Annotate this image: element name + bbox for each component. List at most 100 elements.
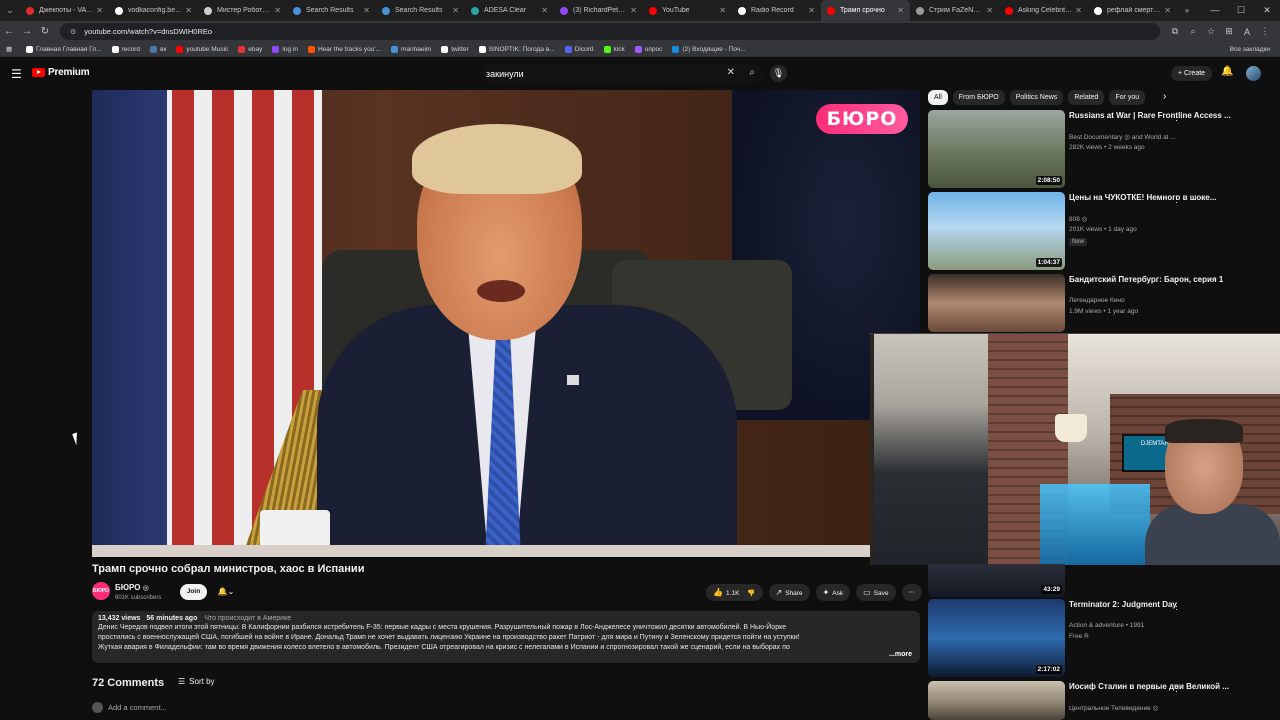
- filter-chip[interactable]: All: [928, 90, 948, 105]
- filter-chip[interactable]: For you: [1109, 90, 1146, 105]
- bookmark-item[interactable]: опрос: [634, 45, 662, 53]
- close-tab-icon[interactable]: ✕: [630, 6, 637, 15]
- recommended-channel[interactable]: Центральное Телевидение ◎: [1069, 704, 1158, 712]
- share-button[interactable]: ↗ Share: [768, 584, 810, 601]
- browser-tab[interactable]: Search Results ✕: [287, 0, 376, 21]
- more-options-icon[interactable]: ⋮: [1172, 112, 1181, 123]
- bookmark-item[interactable]: (2) Входящие - Поч...: [672, 45, 746, 53]
- browser-tab[interactable]: vodkaconfig.bet | Б ✕: [109, 0, 198, 21]
- apps-icon[interactable]: ▦: [6, 45, 12, 53]
- bookmark-item[interactable]: Hear the tracks you'...: [307, 45, 381, 53]
- recommended-title[interactable]: Цены на ЧУКОТКЕ! Немного в шоке...: [1069, 192, 1249, 203]
- site-info-icon[interactable]: ⚙: [70, 28, 76, 36]
- hamburger-menu-icon[interactable]: ☰: [11, 67, 22, 81]
- back-icon[interactable]: ←: [0, 26, 18, 37]
- ask-button[interactable]: ✦ Ask: [815, 584, 851, 601]
- close-tab-icon[interactable]: ✕: [541, 6, 548, 15]
- notifications-bell-icon[interactable]: 🔔: [1221, 66, 1233, 77]
- recommended-video[interactable]: 2:08:50 Russians at War | Rare Frontline …: [928, 110, 1273, 188]
- tab-search-icon[interactable]: ⌄: [0, 0, 20, 21]
- bookmark-item[interactable]: youtube Music: [176, 45, 228, 53]
- more-actions-button[interactable]: ⋯: [901, 584, 922, 601]
- minimize-icon[interactable]: —: [1202, 0, 1228, 21]
- filter-chip[interactable]: From БЮРО: [952, 90, 1005, 105]
- close-tab-icon[interactable]: ✕: [1164, 6, 1171, 15]
- bookmark-item[interactable]: manhaeim: [390, 45, 431, 53]
- recommended-channel[interactable]: Best Documentary ◎ and World at ...: [1069, 133, 1176, 141]
- video-thumbnail[interactable]: [928, 274, 1065, 332]
- sort-comments-button[interactable]: ☰ Sort by: [178, 677, 215, 686]
- chevron-right-icon[interactable]: ›: [1163, 91, 1166, 102]
- all-bookmarks[interactable]: Все закладки: [1230, 42, 1270, 57]
- recommended-video[interactable]: 1:04:37 Цены на ЧУКОТКЕ! Немного в шоке..…: [928, 192, 1273, 270]
- browser-tab[interactable]: ADESA Clear ✕: [465, 0, 554, 21]
- recommended-title[interactable]: Бандитский Петербург: Барон, серия 1: [1069, 274, 1249, 285]
- recommended-channel[interactable]: Action & adventure • 1991: [1069, 622, 1144, 629]
- video-thumbnail[interactable]: [928, 681, 1065, 720]
- browser-tab[interactable]: (3) RichardPetrovic ✕: [554, 0, 643, 21]
- save-button[interactable]: ▭ Save: [856, 584, 896, 601]
- clear-search-icon[interactable]: ✕: [727, 67, 735, 78]
- create-button[interactable]: + Create: [1171, 66, 1213, 81]
- bookmark-item[interactable]: SINOPTIK: Погода в...: [478, 45, 555, 53]
- recommended-video[interactable]: Иосиф Сталин в первые дни Великой ... Цен…: [928, 681, 1273, 720]
- forward-icon[interactable]: →: [18, 26, 36, 37]
- browser-tab[interactable]: Стрим FaZeNDA67✕: [910, 0, 999, 21]
- reload-icon[interactable]: ↻: [36, 26, 54, 37]
- bookmark-item[interactable]: kick: [603, 45, 625, 53]
- browser-tab[interactable]: рефлай смерть в эт✕: [1088, 0, 1177, 21]
- browser-tab[interactable]: Джекпоты - VAVAD✕: [20, 0, 109, 21]
- close-tab-icon[interactable]: ✕: [274, 6, 281, 15]
- close-tab-icon[interactable]: ✕: [1075, 6, 1082, 15]
- close-tab-icon[interactable]: ✕: [897, 6, 904, 15]
- zoom-icon[interactable]: ⌕: [1184, 26, 1202, 37]
- bookmark-item[interactable]: Dicord: [564, 45, 594, 53]
- close-tab-icon[interactable]: ✕: [986, 6, 993, 15]
- hidden-recommendation[interactable]: 43:29: [928, 564, 1273, 597]
- browser-tab[interactable]: Radio Record ✕: [732, 0, 821, 21]
- video-thumbnail[interactable]: 2:08:50: [928, 110, 1065, 188]
- subscription-bell-button[interactable]: 🔔⌄: [211, 584, 241, 600]
- add-comment-field[interactable]: Add a comment...: [92, 702, 167, 713]
- url-field[interactable]: ⚙ youtube.com/watch?v=dnsDWIH0REo: [60, 23, 1160, 40]
- recommended-channel[interactable]: 808 ◎: [1069, 215, 1087, 223]
- close-window-icon[interactable]: ✕: [1254, 0, 1280, 21]
- bookmark-item[interactable]: log in: [272, 45, 298, 53]
- youtube-logo[interactable]: Premium: [32, 67, 90, 78]
- browser-tab[interactable]: YouTube ✕: [643, 0, 732, 21]
- bookmark-item[interactable]: twitter: [441, 45, 469, 53]
- open-in-app-icon[interactable]: ⧉: [1166, 26, 1184, 37]
- close-tab-icon[interactable]: ✕: [719, 6, 726, 15]
- maximize-icon[interactable]: ☐: [1228, 0, 1254, 21]
- recommended-title[interactable]: Иосиф Сталин в первые дни Великой ...: [1069, 681, 1249, 692]
- browser-tab[interactable]: Search Results ✕: [376, 0, 465, 21]
- channel-avatar[interactable]: БЮРО: [92, 582, 110, 600]
- description-box[interactable]: 13,432 views 56 minutes ago Что происход…: [92, 611, 920, 663]
- filter-chip[interactable]: Related: [1068, 90, 1105, 105]
- extensions-icon[interactable]: ⊞: [1220, 26, 1238, 37]
- recommended-video[interactable]: Бандитский Петербург: Барон, серия 1 Леге…: [928, 274, 1273, 332]
- more-options-icon[interactable]: ⋮: [1172, 601, 1181, 612]
- browser-tab[interactable]: Трамп срочно ✕: [821, 0, 910, 21]
- video-player[interactable]: БЮРО: [92, 90, 920, 557]
- browser-tab[interactable]: Мистер Роботт (1-4✕: [198, 0, 287, 21]
- more-options-icon[interactable]: ⋮: [1172, 194, 1181, 205]
- search-icon[interactable]: ⌕: [749, 67, 755, 78]
- like-button[interactable]: 👍 1.1K 👎: [706, 584, 763, 601]
- more-options-icon[interactable]: ⋮: [1172, 683, 1181, 694]
- search-input[interactable]: закинули ✕ ⌕: [480, 64, 763, 83]
- bookmark-item[interactable]: вк: [150, 45, 166, 53]
- bookmark-item[interactable]: record: [111, 45, 140, 53]
- voice-search-icon[interactable]: 🎙: [770, 65, 787, 82]
- video-thumbnail[interactable]: 1:04:37: [928, 192, 1065, 270]
- more-options-icon[interactable]: ⋮: [1172, 276, 1181, 287]
- browser-tab[interactable]: Asking Celebrity 8/✕: [999, 0, 1088, 21]
- join-button[interactable]: Join: [180, 584, 207, 600]
- channel-name[interactable]: БЮРО ◎: [115, 583, 149, 592]
- close-tab-icon[interactable]: ✕: [452, 6, 459, 15]
- bookmark-item[interactable]: ebay: [238, 45, 262, 53]
- profile-icon[interactable]: A: [1238, 27, 1256, 37]
- recommended-title[interactable]: Russians at War | Rare Frontline Access …: [1069, 110, 1249, 121]
- recommended-channel[interactable]: Легендарное Кино: [1069, 297, 1125, 304]
- filter-chip[interactable]: Politics News: [1009, 90, 1064, 105]
